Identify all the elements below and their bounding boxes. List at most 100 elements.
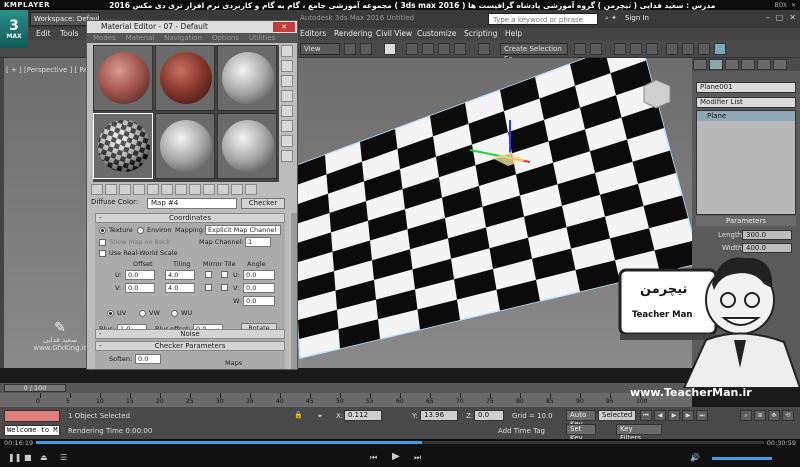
wu-radio[interactable] — [171, 310, 178, 317]
next-icon[interactable]: ⏭ — [414, 453, 421, 463]
menu-tools[interactable]: Tools — [60, 29, 78, 38]
sample-slot[interactable] — [155, 45, 215, 111]
checker-parameters-header[interactable]: Checker Parameters — [95, 341, 285, 351]
background-icon[interactable] — [281, 75, 293, 87]
track-bar[interactable]: 0 5 10 15 20 25 30 35 40 45 50 55 60 65 70 75 80 85 90 95 10… — [0, 393, 692, 407]
object-name-field[interactable]: Plane001 — [696, 82, 796, 93]
show-end-result-icon[interactable] — [217, 184, 229, 195]
coordinates-header[interactable]: Coordinates — [95, 213, 285, 223]
go-to-end-icon[interactable]: ⏭ — [696, 410, 708, 421]
noise-header[interactable]: Noise — [95, 329, 285, 339]
map-channel-field[interactable]: 1 — [245, 237, 271, 247]
uv-tiling-icon[interactable] — [281, 90, 293, 102]
maxscript-mini-listener[interactable]: Welcome to M — [4, 425, 60, 436]
go-to-parent-icon[interactable] — [231, 184, 243, 195]
select-move-icon[interactable] — [360, 43, 372, 55]
mapping-dropdown[interactable]: Explicit Map Channel — [205, 225, 281, 235]
reset-map-icon[interactable] — [133, 184, 145, 195]
angle-snap-icon[interactable] — [422, 43, 434, 55]
sample-slot[interactable] — [217, 113, 277, 179]
show-map-icon[interactable] — [203, 184, 215, 195]
v-mirror-checkbox[interactable] — [205, 284, 212, 291]
maximize-icon[interactable]: □ — [776, 13, 784, 22]
menu-scripting[interactable]: Scripting — [464, 29, 497, 38]
pause-icon[interactable]: ❚❚ — [8, 453, 21, 462]
transform-mode-icon[interactable]: ⌖ — [318, 412, 322, 421]
keyword-search-input[interactable]: Type a keyword or phrase — [488, 13, 598, 25]
next-frame-icon[interactable]: ▶ — [682, 410, 694, 421]
menu-modes[interactable]: Modes — [93, 33, 116, 43]
menu-options[interactable]: Options — [212, 33, 239, 43]
eject-icon[interactable]: ⏏ — [40, 453, 48, 462]
w-angle-field[interactable]: 0.0 — [243, 296, 275, 306]
zoom-icon[interactable]: ⌕ — [740, 410, 752, 421]
menu-customize[interactable]: Customize — [417, 29, 456, 38]
named-selection-dropdown[interactable]: Create Selection Se — [500, 43, 568, 63]
mirror-icon[interactable] — [574, 43, 586, 55]
close-icon[interactable]: ✕ — [791, 2, 796, 9]
modifier-list-dropdown[interactable]: Modifier List — [696, 97, 796, 108]
go-forward-sibling-icon[interactable] — [245, 184, 257, 195]
layer-icon[interactable] — [614, 43, 626, 55]
key-filters-button[interactable]: Key Filters... — [616, 424, 662, 442]
rendered-frame-icon[interactable] — [698, 43, 710, 55]
menu-edit[interactable]: Edit — [36, 29, 51, 38]
put-to-scene-icon[interactable] — [105, 184, 117, 195]
sample-slot-active[interactable] — [93, 113, 153, 179]
minimize-icon[interactable]: – — [766, 13, 770, 22]
hierarchy-tab-icon[interactable] — [725, 59, 739, 70]
v-tile-checkbox[interactable] — [221, 284, 228, 291]
spinner-snap-icon[interactable] — [454, 43, 466, 55]
modify-tab-icon[interactable] — [709, 59, 723, 70]
texture-radio[interactable] — [99, 227, 106, 234]
sign-in-button[interactable]: Sign In — [625, 14, 649, 22]
z-coordinate-field[interactable]: 0.0 — [474, 410, 504, 421]
add-time-tag[interactable]: Add Time Tag — [498, 427, 545, 435]
material-id-icon[interactable] — [189, 184, 201, 195]
environ-radio[interactable] — [137, 227, 144, 234]
volume-slider[interactable] — [712, 457, 772, 460]
u-tiling-field[interactable]: 4.0 — [165, 270, 195, 280]
soften-field[interactable]: 0.0 — [135, 354, 161, 364]
material-editor-icon[interactable] — [666, 43, 678, 55]
v-offset-field[interactable]: 0.0 — [125, 283, 155, 293]
put-to-library-icon[interactable] — [175, 184, 187, 195]
menu-editors[interactable]: Editors — [300, 29, 326, 38]
display-tab-icon[interactable] — [757, 59, 771, 70]
set-key-button[interactable]: Set Key — [566, 424, 596, 442]
stack-item-plane[interactable]: Plane — [697, 111, 795, 121]
menu-civil-view[interactable]: Civil View — [376, 29, 412, 38]
playlist-icon[interactable]: ☰ — [60, 453, 67, 462]
menu-help[interactable]: Help — [505, 29, 522, 38]
v-tiling-field[interactable]: 4.0 — [165, 283, 195, 293]
vw-radio[interactable] — [139, 310, 146, 317]
orbit-icon[interactable]: ⟲ — [782, 410, 794, 421]
utilities-tab-icon[interactable] — [773, 59, 787, 70]
align-icon[interactable] — [590, 43, 602, 55]
map-name-field[interactable]: Map #4 — [147, 198, 237, 209]
v-angle-field[interactable]: 0.0 — [243, 283, 275, 293]
reference-coordinate-dropdown[interactable]: View — [300, 43, 340, 55]
assign-material-icon[interactable] — [119, 184, 131, 195]
create-tab-icon[interactable] — [693, 59, 707, 70]
real-world-checkbox[interactable] — [99, 250, 106, 257]
seek-bar[interactable] — [36, 441, 764, 444]
material-editor-scrollbar[interactable] — [291, 213, 297, 369]
video-color-check-icon[interactable] — [281, 105, 293, 117]
box-label[interactable]: BOX — [775, 2, 787, 9]
zoom-all-icon[interactable]: ⊞ — [754, 410, 766, 421]
map-type-button[interactable]: Checker — [241, 198, 285, 209]
manipulate-icon[interactable] — [384, 43, 396, 55]
make-unique-icon[interactable] — [161, 184, 173, 195]
time-slider[interactable]: 0 / 100 — [4, 384, 66, 392]
motion-tab-icon[interactable] — [741, 59, 755, 70]
stop-icon[interactable]: ■ — [24, 453, 32, 462]
pivot-icon[interactable] — [344, 43, 356, 55]
parameters-header[interactable]: Parameters — [696, 216, 796, 226]
curve-editor-icon[interactable] — [630, 43, 642, 55]
auto-key-button[interactable]: Auto Key — [566, 410, 596, 428]
edit-named-selection-icon[interactable] — [478, 43, 490, 55]
length-field[interactable]: 300.0 — [742, 230, 792, 240]
viewcube-icon[interactable] — [643, 79, 671, 109]
render-setup-icon[interactable] — [682, 43, 694, 55]
